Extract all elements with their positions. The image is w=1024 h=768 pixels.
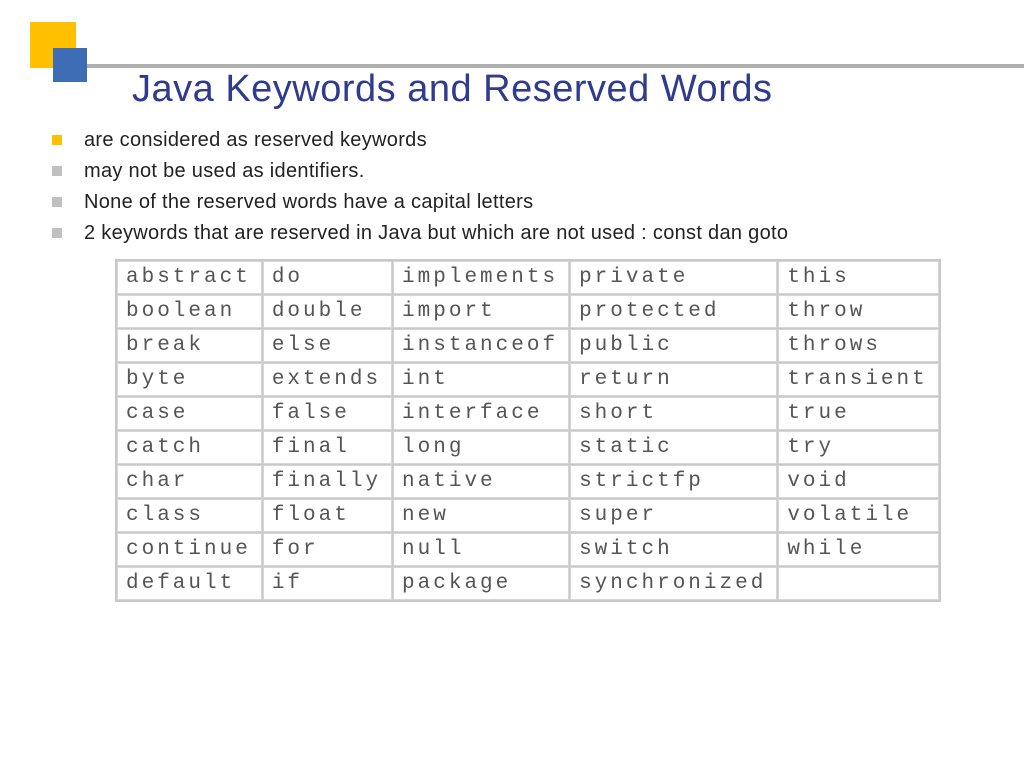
- keyword-cell: this: [778, 261, 938, 294]
- bullet-list: are considered as reserved keywords may …: [52, 125, 984, 249]
- keyword-cell: return: [570, 363, 777, 396]
- keyword-cell: abstract: [117, 261, 262, 294]
- keyword-cell: byte: [117, 363, 262, 396]
- keyword-cell: interface: [393, 397, 569, 430]
- list-item: are considered as reserved keywords: [52, 125, 984, 156]
- keyword-cell: short: [570, 397, 777, 430]
- bullet-icon: [52, 228, 62, 238]
- bullet-text: are considered as reserved keywords: [84, 125, 427, 156]
- keyword-cell: while: [778, 533, 938, 566]
- keyword-cell: throw: [778, 295, 938, 328]
- keyword-cell: null: [393, 533, 569, 566]
- keyword-cell: implements: [393, 261, 569, 294]
- keyword-cell: [778, 567, 938, 600]
- slide-title: Java Keywords and Reserved Words: [132, 68, 984, 111]
- keyword-cell: static: [570, 431, 777, 464]
- bullet-icon: [52, 135, 62, 145]
- slide-content: Java Keywords and Reserved Words are con…: [50, 68, 984, 602]
- keyword-cell: float: [263, 499, 392, 532]
- keyword-cell: else: [263, 329, 392, 362]
- keyword-cell: char: [117, 465, 262, 498]
- keyword-cell: class: [117, 499, 262, 532]
- keyword-cell: default: [117, 567, 262, 600]
- keyword-cell: transient: [778, 363, 938, 396]
- table-row: defaultifpackagesynchronized: [117, 567, 939, 600]
- keyword-cell: final: [263, 431, 392, 464]
- keyword-cell: native: [393, 465, 569, 498]
- keyword-cell: double: [263, 295, 392, 328]
- keyword-cell: protected: [570, 295, 777, 328]
- keyword-cell: switch: [570, 533, 777, 566]
- keyword-cell: strictfp: [570, 465, 777, 498]
- bullet-text: may not be used as identifiers.: [84, 156, 365, 187]
- keyword-cell: extends: [263, 363, 392, 396]
- keyword-cell: throws: [778, 329, 938, 362]
- keyword-cell: public: [570, 329, 777, 362]
- bullet-icon: [52, 166, 62, 176]
- keyword-cell: import: [393, 295, 569, 328]
- keyword-cell: int: [393, 363, 569, 396]
- keywords-table: abstractdoimplementsprivatethisbooleando…: [115, 259, 941, 602]
- list-item: None of the reserved words have a capita…: [52, 187, 984, 218]
- table-row: byteextendsintreturntransient: [117, 363, 939, 396]
- keyword-cell: private: [570, 261, 777, 294]
- keyword-cell: long: [393, 431, 569, 464]
- keywords-table-wrap: abstractdoimplementsprivatethisbooleando…: [115, 259, 984, 602]
- keyword-cell: false: [263, 397, 392, 430]
- table-row: breakelseinstanceofpublicthrows: [117, 329, 939, 362]
- bullet-text: None of the reserved words have a capita…: [84, 187, 533, 218]
- table-row: casefalseinterfaceshorttrue: [117, 397, 939, 430]
- list-item: may not be used as identifiers.: [52, 156, 984, 187]
- keyword-cell: boolean: [117, 295, 262, 328]
- table-row: continuefornullswitchwhile: [117, 533, 939, 566]
- keyword-cell: if: [263, 567, 392, 600]
- keyword-cell: continue: [117, 533, 262, 566]
- keyword-cell: for: [263, 533, 392, 566]
- keyword-cell: do: [263, 261, 392, 294]
- table-row: booleandoubleimportprotectedthrow: [117, 295, 939, 328]
- keyword-cell: volatile: [778, 499, 938, 532]
- bullet-icon: [52, 197, 62, 207]
- table-row: catchfinallongstatictry: [117, 431, 939, 464]
- keyword-cell: case: [117, 397, 262, 430]
- keyword-cell: instanceof: [393, 329, 569, 362]
- keyword-cell: package: [393, 567, 569, 600]
- keyword-cell: void: [778, 465, 938, 498]
- table-row: abstractdoimplementsprivatethis: [117, 261, 939, 294]
- keyword-cell: try: [778, 431, 938, 464]
- keyword-cell: new: [393, 499, 569, 532]
- keyword-cell: finally: [263, 465, 392, 498]
- keyword-cell: break: [117, 329, 262, 362]
- keyword-cell: true: [778, 397, 938, 430]
- keyword-cell: catch: [117, 431, 262, 464]
- table-row: charfinallynativestrictfpvoid: [117, 465, 939, 498]
- keyword-cell: super: [570, 499, 777, 532]
- list-item: 2 keywords that are reserved in Java but…: [52, 218, 984, 249]
- bullet-text: 2 keywords that are reserved in Java but…: [84, 218, 788, 249]
- keyword-cell: synchronized: [570, 567, 777, 600]
- table-row: classfloatnewsupervolatile: [117, 499, 939, 532]
